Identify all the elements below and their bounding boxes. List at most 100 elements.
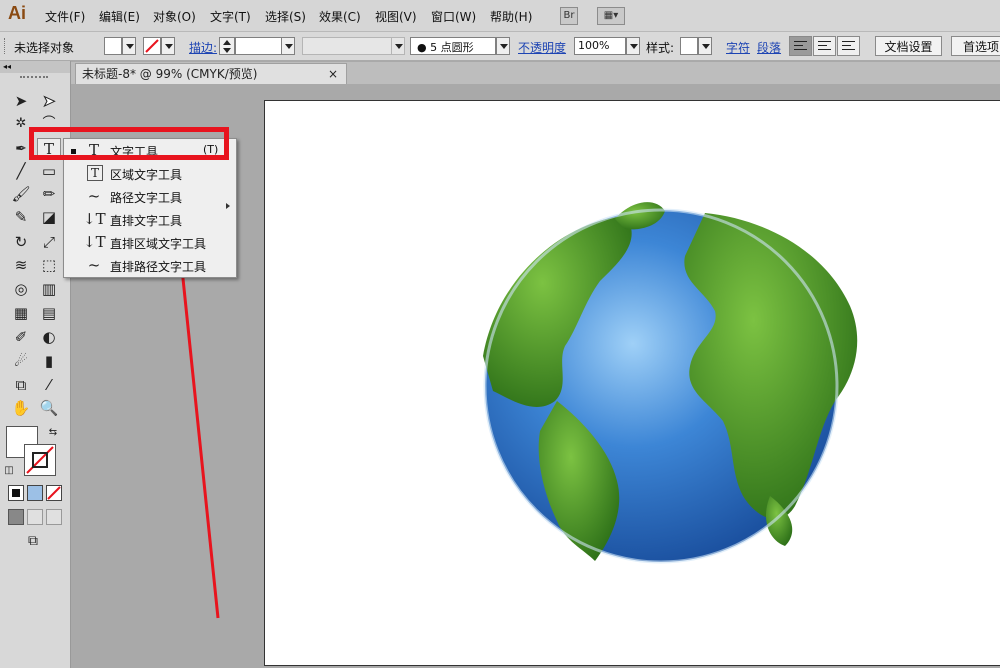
globe-illustration: [483, 202, 858, 564]
no-stroke-icon: [145, 39, 159, 53]
line-tool-icon[interactable]: ╱: [10, 161, 32, 181]
eyedropper-tool-icon[interactable]: ✐: [10, 327, 32, 347]
warp-tool-icon[interactable]: ≋: [10, 255, 32, 275]
workspace-switcher-icon[interactable]: ▦▾: [597, 7, 625, 25]
document-tab[interactable]: 未标题-8* @ 99% (CMYK/预览) ×: [75, 63, 347, 84]
fill-color-swatch[interactable]: [104, 37, 122, 55]
flyout-type-on-path-tool[interactable]: ~ 路径文字工具: [64, 185, 236, 208]
slice-tool-icon[interactable]: ⁄: [38, 375, 60, 395]
stroke-swatch[interactable]: [24, 444, 56, 476]
default-colors-icon[interactable]: ◫: [2, 461, 16, 481]
tearoff-arrow-icon[interactable]: [226, 203, 230, 209]
variable-width-profile[interactable]: [302, 37, 392, 55]
pencil-tool-icon[interactable]: ✏: [38, 184, 60, 204]
opacity-input[interactable]: 100%: [574, 37, 626, 55]
blend-tool-icon[interactable]: ◐: [38, 327, 60, 347]
menu-file[interactable]: 文件(F): [45, 8, 85, 25]
zoom-tool-icon[interactable]: 🔍: [38, 398, 60, 418]
mesh-tool-icon[interactable]: ▦: [10, 303, 32, 323]
vertical-type-tool-icon: ↓T: [83, 210, 106, 228]
variable-width-dropdown[interactable]: [391, 37, 405, 55]
document-setup-button[interactable]: 文档设置: [875, 36, 942, 56]
free-transform-tool-icon[interactable]: ⬚: [38, 255, 60, 275]
menu-bar: Ai 文件(F) 编辑(E) 对象(O) 文字(T) 选择(S) 效果(C) 视…: [0, 0, 1000, 32]
rectangle-tool-icon[interactable]: ▭: [38, 161, 60, 181]
stepper-arrows-icon: [223, 40, 231, 53]
stroke-label[interactable]: 描边:: [189, 39, 217, 56]
menu-select[interactable]: 选择(S): [265, 8, 306, 25]
draw-inside-icon[interactable]: [46, 509, 62, 525]
grip-icon: [4, 38, 8, 54]
none-color-icon: [26, 446, 54, 474]
menu-help[interactable]: 帮助(H): [490, 8, 532, 25]
menu-edit[interactable]: 编辑(E): [99, 8, 140, 25]
brush-dropdown[interactable]: [496, 37, 510, 55]
app-logo: Ai: [8, 3, 26, 23]
gradient-mode-button[interactable]: [27, 485, 43, 501]
character-link[interactable]: 字符: [726, 39, 750, 56]
align-center-button[interactable]: [813, 36, 836, 56]
preferences-button[interactable]: 首选项: [951, 36, 1000, 56]
draw-behind-icon[interactable]: [27, 509, 43, 525]
opacity-label[interactable]: 不透明度: [518, 39, 566, 56]
perspective-grid-tool-icon[interactable]: ▥: [38, 279, 60, 299]
align-left-button[interactable]: [789, 36, 812, 56]
panel-collapse-icon[interactable]: ◂◂: [0, 61, 70, 73]
swap-colors-icon[interactable]: ⇆: [46, 423, 60, 443]
vertical-area-type-tool-icon: ↓T: [83, 233, 106, 251]
menu-view[interactable]: 视图(V): [375, 8, 417, 25]
color-mode-button[interactable]: [8, 485, 24, 501]
stroke-dropdown[interactable]: [161, 37, 175, 55]
brush-definition[interactable]: ● 5 点圆形: [410, 37, 496, 55]
column-graph-tool-icon[interactable]: ▮: [38, 351, 60, 371]
selection-tool-icon[interactable]: ➤: [10, 91, 32, 111]
paragraph-link[interactable]: 段落: [757, 39, 781, 56]
menu-effect[interactable]: 效果(C): [319, 8, 361, 25]
opacity-value: 100%: [578, 39, 610, 52]
fill-dropdown[interactable]: [122, 37, 136, 55]
graphic-style-swatch[interactable]: [680, 37, 698, 55]
flyout-area-type-tool[interactable]: T 区域文字工具: [64, 162, 236, 185]
style-label: 样式:: [646, 41, 675, 55]
align-right-icon: [842, 41, 855, 52]
document-tab-title: 未标题-8* @ 99% (CMYK/预览): [82, 67, 258, 81]
control-bar: 未选择对象 描边: ● 5 点圆形 不透明度 100% 样式: 字符 段落 文档…: [0, 32, 1000, 61]
symbol-sprayer-tool-icon[interactable]: ☄: [10, 351, 32, 371]
artboard-tool-icon[interactable]: ⧉: [10, 375, 32, 395]
menu-object[interactable]: 对象(O): [153, 8, 196, 25]
document-tab-bar: 未标题-8* @ 99% (CMYK/预览) ×: [71, 62, 1000, 84]
eraser-tool-icon[interactable]: ◪: [38, 207, 60, 227]
stroke-color-swatch[interactable]: [143, 37, 161, 55]
close-tab-icon[interactable]: ×: [328, 64, 338, 84]
area-type-tool-icon: T: [87, 165, 103, 181]
stroke-weight-stepper[interactable]: [219, 37, 235, 55]
gradient-tool-icon[interactable]: ▤: [38, 303, 60, 323]
graphic-style-dropdown[interactable]: [698, 37, 712, 55]
none-icon: [47, 486, 61, 500]
bridge-button[interactable]: Br: [560, 7, 578, 25]
panel-grip: [20, 76, 48, 78]
menu-type[interactable]: 文字(T): [210, 8, 251, 25]
opacity-dropdown[interactable]: [626, 37, 640, 55]
flyout-vertical-area-type-tool[interactable]: ↓T 直排区域文字工具: [64, 231, 236, 254]
blob-brush-tool-icon[interactable]: ✎: [10, 207, 32, 227]
scale-tool-icon[interactable]: ⤢: [38, 232, 60, 252]
none-mode-button[interactable]: [46, 485, 62, 501]
artboard[interactable]: [264, 100, 1000, 666]
screen-mode-icon[interactable]: ⧉: [22, 531, 44, 551]
selection-status: 未选择对象: [14, 41, 75, 55]
vertical-type-on-path-tool-icon: ~: [87, 256, 101, 274]
hand-tool-icon[interactable]: ✋: [10, 398, 32, 418]
align-right-button[interactable]: [837, 36, 860, 56]
menu-window[interactable]: 窗口(W): [431, 8, 476, 25]
flyout-vertical-type-on-path-tool[interactable]: ~ 直排路径文字工具: [64, 254, 236, 277]
direct-selection-tool-icon[interactable]: ➤: [38, 91, 60, 111]
stroke-weight-dropdown[interactable]: [281, 37, 295, 55]
rotate-tool-icon[interactable]: ↻: [10, 232, 32, 252]
shape-builder-tool-icon[interactable]: ◎: [10, 279, 32, 299]
align-center-icon: [818, 41, 831, 52]
stroke-weight-input[interactable]: [235, 37, 282, 55]
paintbrush-tool-icon[interactable]: 🖌: [10, 184, 32, 204]
draw-normal-icon[interactable]: [8, 509, 24, 525]
flyout-vertical-type-tool[interactable]: ↓T 直排文字工具: [64, 208, 236, 231]
